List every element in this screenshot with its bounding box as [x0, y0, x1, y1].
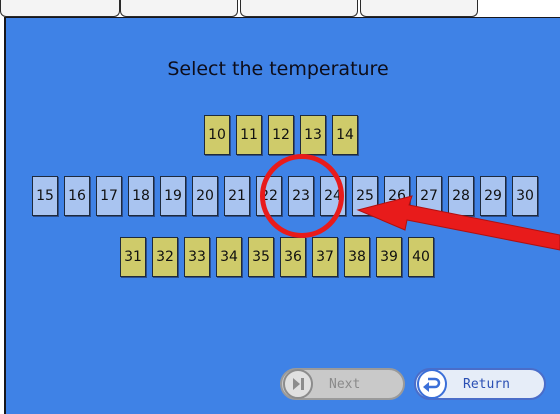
skip-next-icon: [283, 369, 313, 399]
return-arrow-icon: [417, 369, 447, 399]
next-label: Next: [329, 376, 361, 392]
pointer-arrow: [356, 195, 560, 251]
return-label: Return: [463, 376, 510, 392]
return-button[interactable]: Return: [414, 368, 546, 400]
next-button[interactable]: Next: [280, 368, 405, 400]
